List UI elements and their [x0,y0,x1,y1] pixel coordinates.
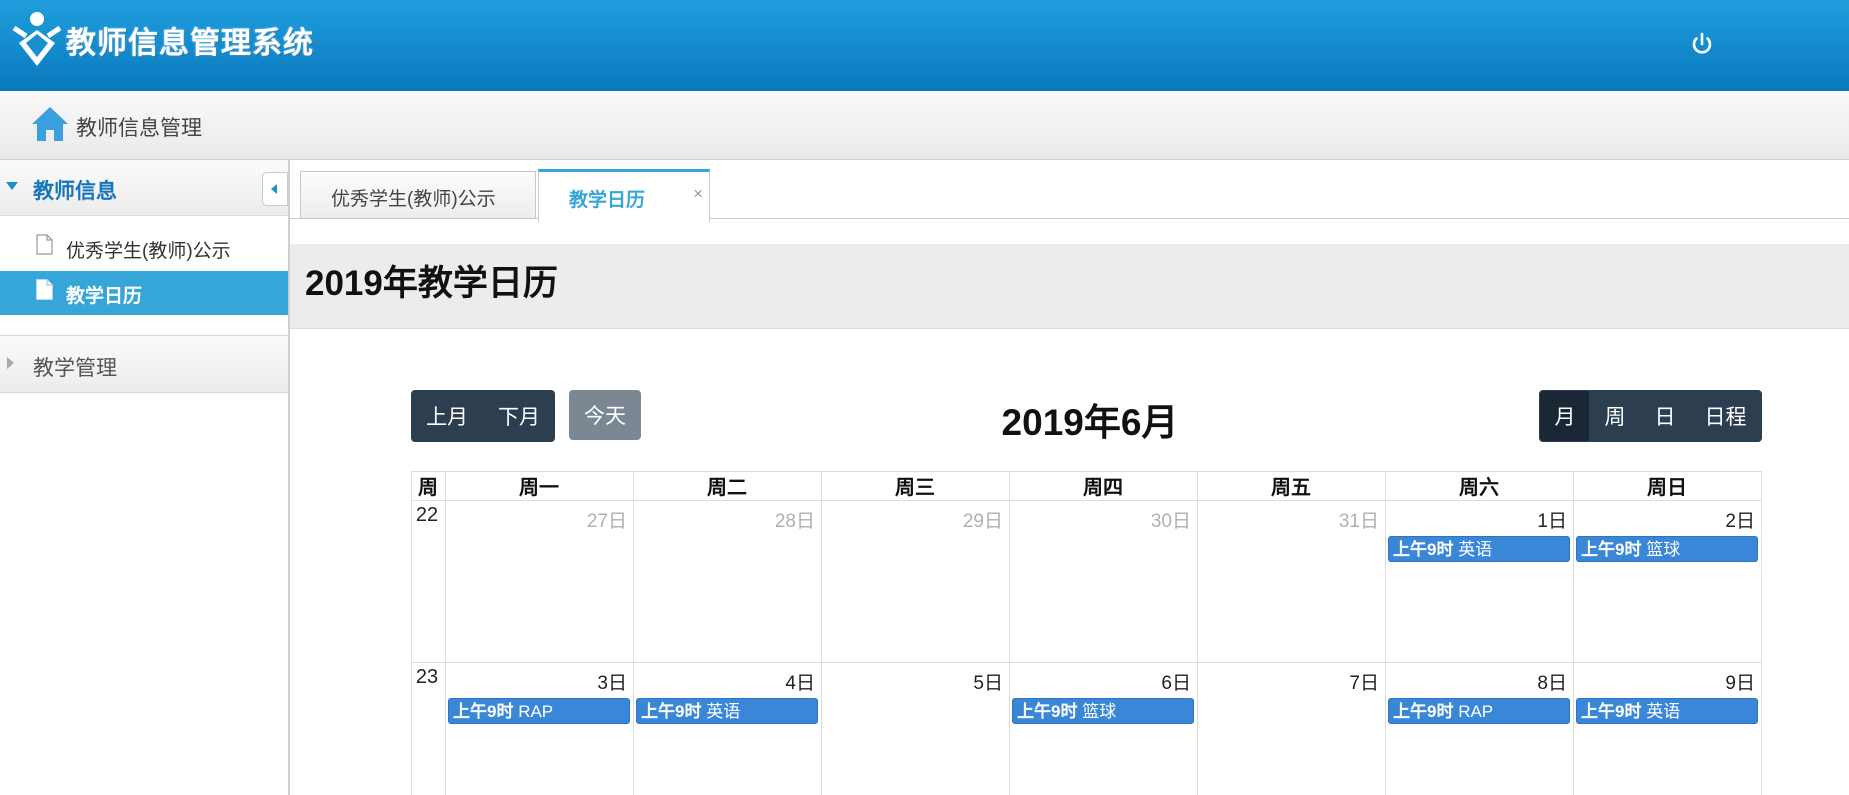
day-number[interactable]: 31日 [1209,506,1379,533]
week-column-header: 周 [418,477,438,499]
calendar-event[interactable]: 上午9时 英语 [1576,698,1758,724]
event-title: RAP [1453,702,1494,721]
event-title: 英语 [1453,540,1493,559]
tab-excellent-students[interactable]: 优秀学生(教师)公示 [300,171,536,218]
event-title: 英语 [1641,702,1681,721]
day-header: 周四 [1083,477,1123,499]
sidebar-group-label: 教师信息 [33,180,117,203]
today-button[interactable]: 今天 [569,390,641,440]
calendar-event[interactable]: 上午9时 RAP [448,698,630,724]
day-number[interactable]: 30日 [1021,506,1191,533]
day-number[interactable]: 7日 [1209,668,1379,695]
grid-line [633,471,634,795]
caret-down-icon [6,182,18,190]
calendar-event[interactable]: 上午9时 篮球 [1576,536,1758,562]
event-title: 英语 [701,702,741,721]
view-month-button[interactable]: 月 [1539,390,1591,442]
page-title: 2019年教学日历 [305,264,558,303]
event-time: 上午9时 [1017,702,1078,721]
day-number[interactable]: 29日 [833,506,1003,533]
day-header: 周日 [1647,477,1687,499]
chevron-left-icon [271,184,277,194]
day-header: 周六 [1459,477,1499,499]
day-number[interactable]: 5日 [833,668,1003,695]
sidebar-group-teacher-info[interactable]: 教师信息 [0,160,288,216]
logo-icon [12,12,62,66]
event-time: 上午9时 [641,702,702,721]
tab-teaching-calendar[interactable]: 教学日历 × [538,169,710,222]
event-time: 上午9时 [1393,702,1454,721]
home-icon[interactable] [30,105,70,143]
calendar-event[interactable]: 上午9时 篮球 [1012,698,1194,724]
breadcrumb-label: 教师信息管理 [76,117,202,140]
view-day-button[interactable]: 日 [1639,390,1691,442]
day-number[interactable]: 9日 [1585,668,1755,695]
day-number[interactable]: 28日 [645,506,815,533]
grid-line [445,471,446,795]
day-header: 周一 [519,477,559,499]
calendar-event[interactable]: 上午9时 RAP [1388,698,1570,724]
grid-line [411,500,1762,501]
day-number[interactable]: 27日 [457,506,627,533]
app-title: 教师信息管理系统 [66,26,314,61]
tab-strip: 优秀学生(教师)公示 教学日历 × [290,160,1849,222]
week-number: 23 [415,666,439,688]
week-number: 22 [415,504,439,526]
tab-label: 教学日历 [569,190,646,211]
document-icon [36,234,53,255]
day-header: 周三 [895,477,935,499]
page-header: 2019年教学日历 [290,244,1849,329]
sidebar-item-excellent-students[interactable]: 优秀学生(教师)公示 [0,226,288,270]
event-title: 篮球 [1641,540,1681,559]
grid-line [1009,471,1010,795]
day-header: 周二 [707,477,747,499]
event-time: 上午9时 [453,702,514,721]
grid-line [1573,471,1574,795]
view-agenda-button[interactable]: 日程 [1689,390,1762,442]
day-header: 周五 [1271,477,1311,499]
day-number[interactable]: 3日 [457,668,627,695]
event-title: RAP [513,702,554,721]
sidebar: 教师信息 优秀学生(教师)公示 教学日历 教学管理 [0,160,290,795]
sidebar-collapse-button[interactable] [262,172,288,206]
prev-month-button[interactable]: 上月 [411,390,483,442]
event-time: 上午9时 [1581,702,1642,721]
power-icon[interactable] [1688,30,1716,58]
calendar-event[interactable]: 上午9时 英语 [636,698,818,724]
day-number[interactable]: 4日 [645,668,815,695]
grid-line [1761,471,1762,795]
day-number[interactable]: 2日 [1585,506,1755,533]
sidebar-item-teaching-calendar[interactable]: 教学日历 [0,271,288,315]
calendar-month-title: 2019年6月 [1001,402,1179,443]
sidebar-item-label: 优秀学生(教师)公示 [66,241,231,262]
next-month-button[interactable]: 下月 [483,390,555,442]
close-icon[interactable]: × [693,184,703,204]
day-number[interactable]: 1日 [1397,506,1567,533]
event-time: 上午9时 [1581,540,1642,559]
grid-line [1197,471,1198,795]
app-header: 教师信息管理系统 [0,0,1849,91]
calendar-event[interactable]: 上午9时 英语 [1388,536,1570,562]
tab-label: 优秀学生(教师)公示 [331,189,496,210]
view-week-button[interactable]: 周 [1589,390,1641,442]
sidebar-group-teaching-management[interactable]: 教学管理 [0,335,288,393]
document-icon [36,279,53,300]
event-time: 上午9时 [1393,540,1454,559]
event-title: 篮球 [1077,702,1117,721]
sidebar-group-label: 教学管理 [33,357,117,380]
day-number[interactable]: 6日 [1021,668,1191,695]
grid-line [821,471,822,795]
breadcrumb: 教师信息管理 [0,91,1849,160]
day-number[interactable]: 8日 [1397,668,1567,695]
caret-right-icon [7,357,14,369]
grid-line [1385,471,1386,795]
sidebar-item-label: 教学日历 [66,286,143,307]
grid-line [411,662,1762,663]
